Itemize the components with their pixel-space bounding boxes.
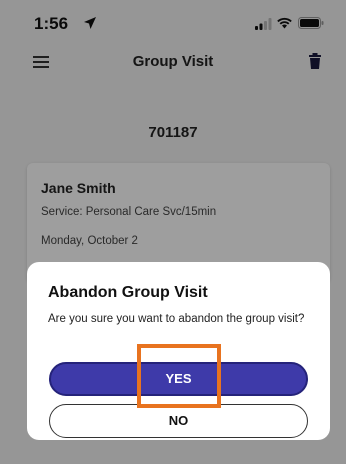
app-screen: 1:56 Group Visit 701187 Jane Smith Servi…	[0, 0, 346, 464]
dialog-title: Abandon Group Visit	[48, 284, 208, 301]
highlight-box	[137, 344, 221, 408]
dialog-message: Are you sure you want to abandon the gro…	[48, 313, 305, 325]
no-button[interactable]: NO	[49, 404, 308, 438]
